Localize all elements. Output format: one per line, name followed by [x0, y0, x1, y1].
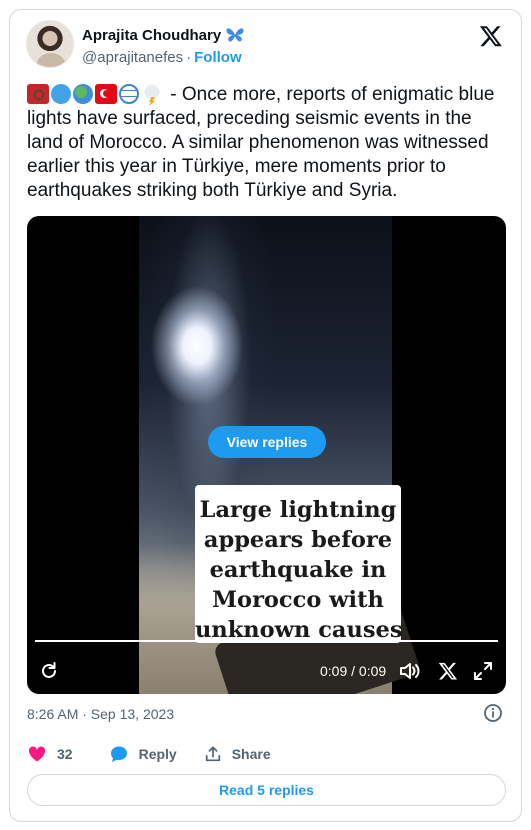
share-icon — [205, 746, 220, 762]
dot-separator: · — [186, 49, 192, 66]
morocco-flag-icon — [27, 84, 49, 104]
tweet-timestamp[interactable]: 8:26 AM · Sep 13, 2023 — [27, 706, 174, 722]
action-bar: 32 Reply Share — [27, 743, 271, 765]
caption-line: Morocco with — [212, 587, 384, 613]
earth-globe-icon — [73, 84, 93, 104]
reply-button[interactable]: Reply — [109, 744, 177, 764]
reply-label: Reply — [138, 746, 177, 762]
video-progress-bar[interactable] — [35, 640, 498, 642]
follow-button[interactable]: Follow — [194, 49, 242, 66]
caption-line: appears before — [203, 527, 393, 553]
info-icon[interactable] — [483, 703, 503, 723]
tweet-text: - Once more, reports of enigmatic blue l… — [27, 83, 507, 203]
avatar[interactable] — [26, 20, 74, 68]
x-logo-icon[interactable] — [479, 24, 503, 48]
globe-with-meridians-icon — [119, 84, 139, 104]
video-caption-overlay: Large lightning appears before earthquak… — [195, 485, 403, 643]
butterfly-icon — [226, 28, 244, 42]
speech-bubble-icon — [110, 746, 127, 762]
cloud-with-lightning-icon — [141, 84, 163, 104]
author-handle[interactable]: @aprajitanefes — [82, 49, 183, 66]
x-logo-icon[interactable] — [438, 661, 458, 681]
replay-icon[interactable] — [39, 661, 59, 681]
heart-icon — [28, 746, 46, 762]
like-count: 32 — [57, 746, 73, 762]
turkey-flag-icon — [95, 84, 117, 104]
fullscreen-icon[interactable] — [473, 661, 493, 681]
caption-line: earthquake in — [209, 557, 387, 583]
author-name-row[interactable]: Aprajita Choudhary — [82, 26, 245, 44]
caption-line: Large lightning — [199, 497, 397, 523]
volume-icon[interactable] — [399, 661, 421, 681]
tweet-card: Aprajita Choudhary @aprajitanefes · Foll… — [9, 9, 522, 822]
video-player[interactable]: Large lightning appears before earthquak… — [27, 216, 506, 694]
share-label: Share — [231, 746, 271, 762]
author-handle-row: @aprajitanefes · Follow — [82, 49, 242, 66]
share-button[interactable]: Share — [204, 745, 271, 763]
author-display-name[interactable]: Aprajita Choudhary — [82, 27, 221, 44]
blue-circle-icon — [51, 84, 71, 104]
read-replies-button[interactable]: Read 5 replies — [27, 774, 506, 806]
like-button[interactable]: 32 — [27, 744, 73, 764]
video-time: 0:09 / 0:09 — [320, 663, 387, 679]
view-replies-button[interactable]: View replies — [208, 426, 326, 458]
